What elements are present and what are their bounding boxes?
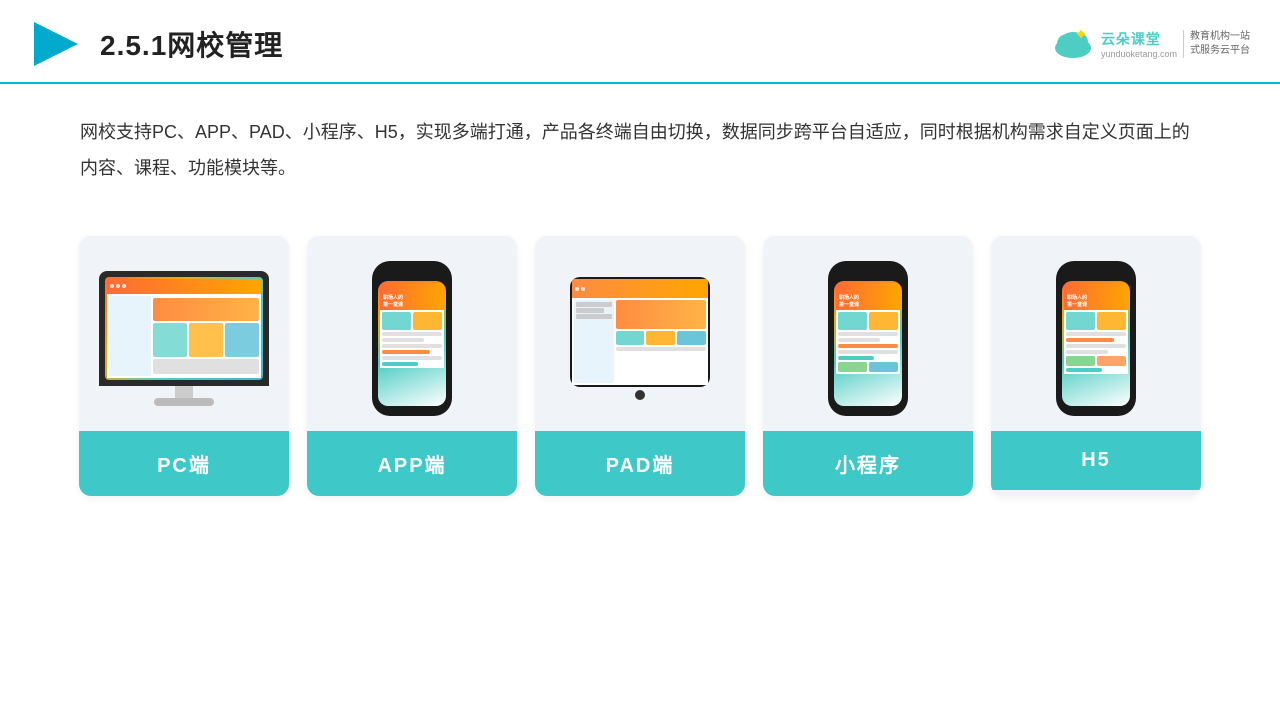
miniprogram-label: 小程序 xyxy=(763,431,973,496)
logo-area: 云朵课堂 yunduoketang.com 教育机构一站式服务云平台 xyxy=(1051,26,1250,62)
h5-image-area: 职场人的第一堂课 xyxy=(991,236,1201,431)
miniprogram-image-area: 职场人的第一堂课 xyxy=(763,236,973,431)
logo-url: yunduoketang.com xyxy=(1101,49,1177,59)
card-miniprogram: 职场人的第一堂课 xyxy=(763,236,973,496)
card-pc: PC端 xyxy=(79,236,289,496)
h5-label: H5 xyxy=(991,431,1201,490)
description-content: 网校支持PC、APP、PAD、小程序、H5，实现多端打通，产品各终端自由切换，数… xyxy=(80,122,1190,178)
pc-mockup xyxy=(99,271,269,406)
app-image-area: 职场人的第一堂课 xyxy=(307,236,517,431)
phone-mockup-app: 职场人的第一堂课 xyxy=(372,261,452,416)
logo-text: 云朵课堂 yunduoketang.com xyxy=(1101,29,1177,59)
pad-image-area xyxy=(535,236,745,431)
logo-tagline: 教育机构一站式服务云平台 xyxy=(1183,30,1250,58)
cards-area: PC端 职场人的第一堂课 xyxy=(0,206,1280,496)
pc-image-area xyxy=(79,236,289,431)
pad-label: PAD端 xyxy=(535,431,745,496)
page-title: 2.5.1网校管理 xyxy=(100,24,283,64)
logo-cloud-icon xyxy=(1051,26,1095,62)
phone-mockup-mini: 职场人的第一堂课 xyxy=(828,261,908,416)
card-h5: 职场人的第一堂课 xyxy=(991,236,1201,496)
header: 2.5.1网校管理 云朵课堂 yunduoketang.com 教育机构一站式服… xyxy=(0,0,1280,84)
app-label: APP端 xyxy=(307,431,517,496)
tablet-mockup xyxy=(570,277,710,400)
description-text: 网校支持PC、APP、PAD、小程序、H5，实现多端打通，产品各终端自由切换，数… xyxy=(0,84,1280,196)
card-app: 职场人的第一堂课 xyxy=(307,236,517,496)
phone-mockup-h5: 职场人的第一堂课 xyxy=(1056,261,1136,416)
pc-label: PC端 xyxy=(79,431,289,496)
header-left: 2.5.1网校管理 xyxy=(30,18,283,70)
play-icon xyxy=(30,18,82,70)
logo-name: 云朵课堂 xyxy=(1101,29,1177,49)
card-pad: PAD端 xyxy=(535,236,745,496)
